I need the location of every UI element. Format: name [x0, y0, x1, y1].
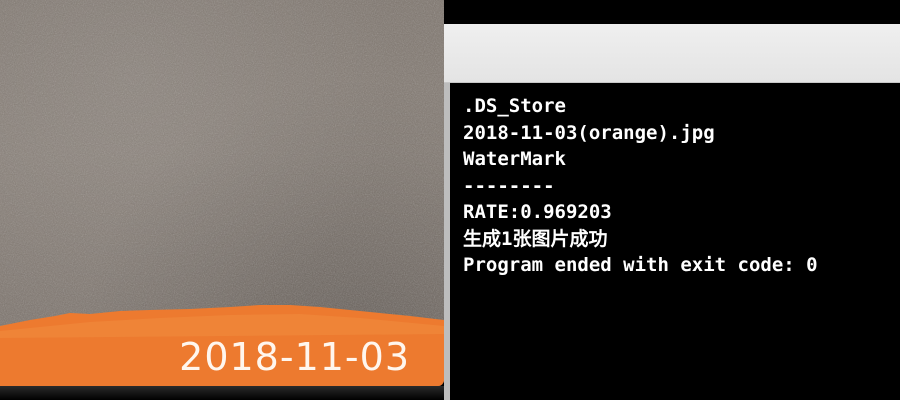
console-line: .DS_Store: [463, 95, 566, 117]
console-line: --------: [463, 174, 555, 197]
console-lines: .DS_Store 2018-11-03(orange).jpg WaterMa…: [463, 93, 818, 279]
console-title-bar: [444, 24, 900, 83]
console-line: WaterMark: [463, 148, 566, 170]
orange-watermark-band: [0, 305, 444, 386]
window-top-bar: [444, 0, 900, 24]
console-line: RATE:0.969203: [463, 201, 612, 223]
photo-shadow: [0, 386, 444, 400]
photo-preview: 2018-11-03: [0, 0, 444, 386]
console-line: Program ended with exit code: 0: [463, 254, 818, 276]
date-watermark: 2018-11-03: [179, 335, 410, 379]
console-line: 2018-11-03(orange).jpg: [463, 121, 715, 144]
console-line: 生成1张图片成功: [463, 227, 608, 250]
console-output[interactable]: .DS_Store 2018-11-03(orange).jpg WaterMa…: [444, 83, 900, 400]
